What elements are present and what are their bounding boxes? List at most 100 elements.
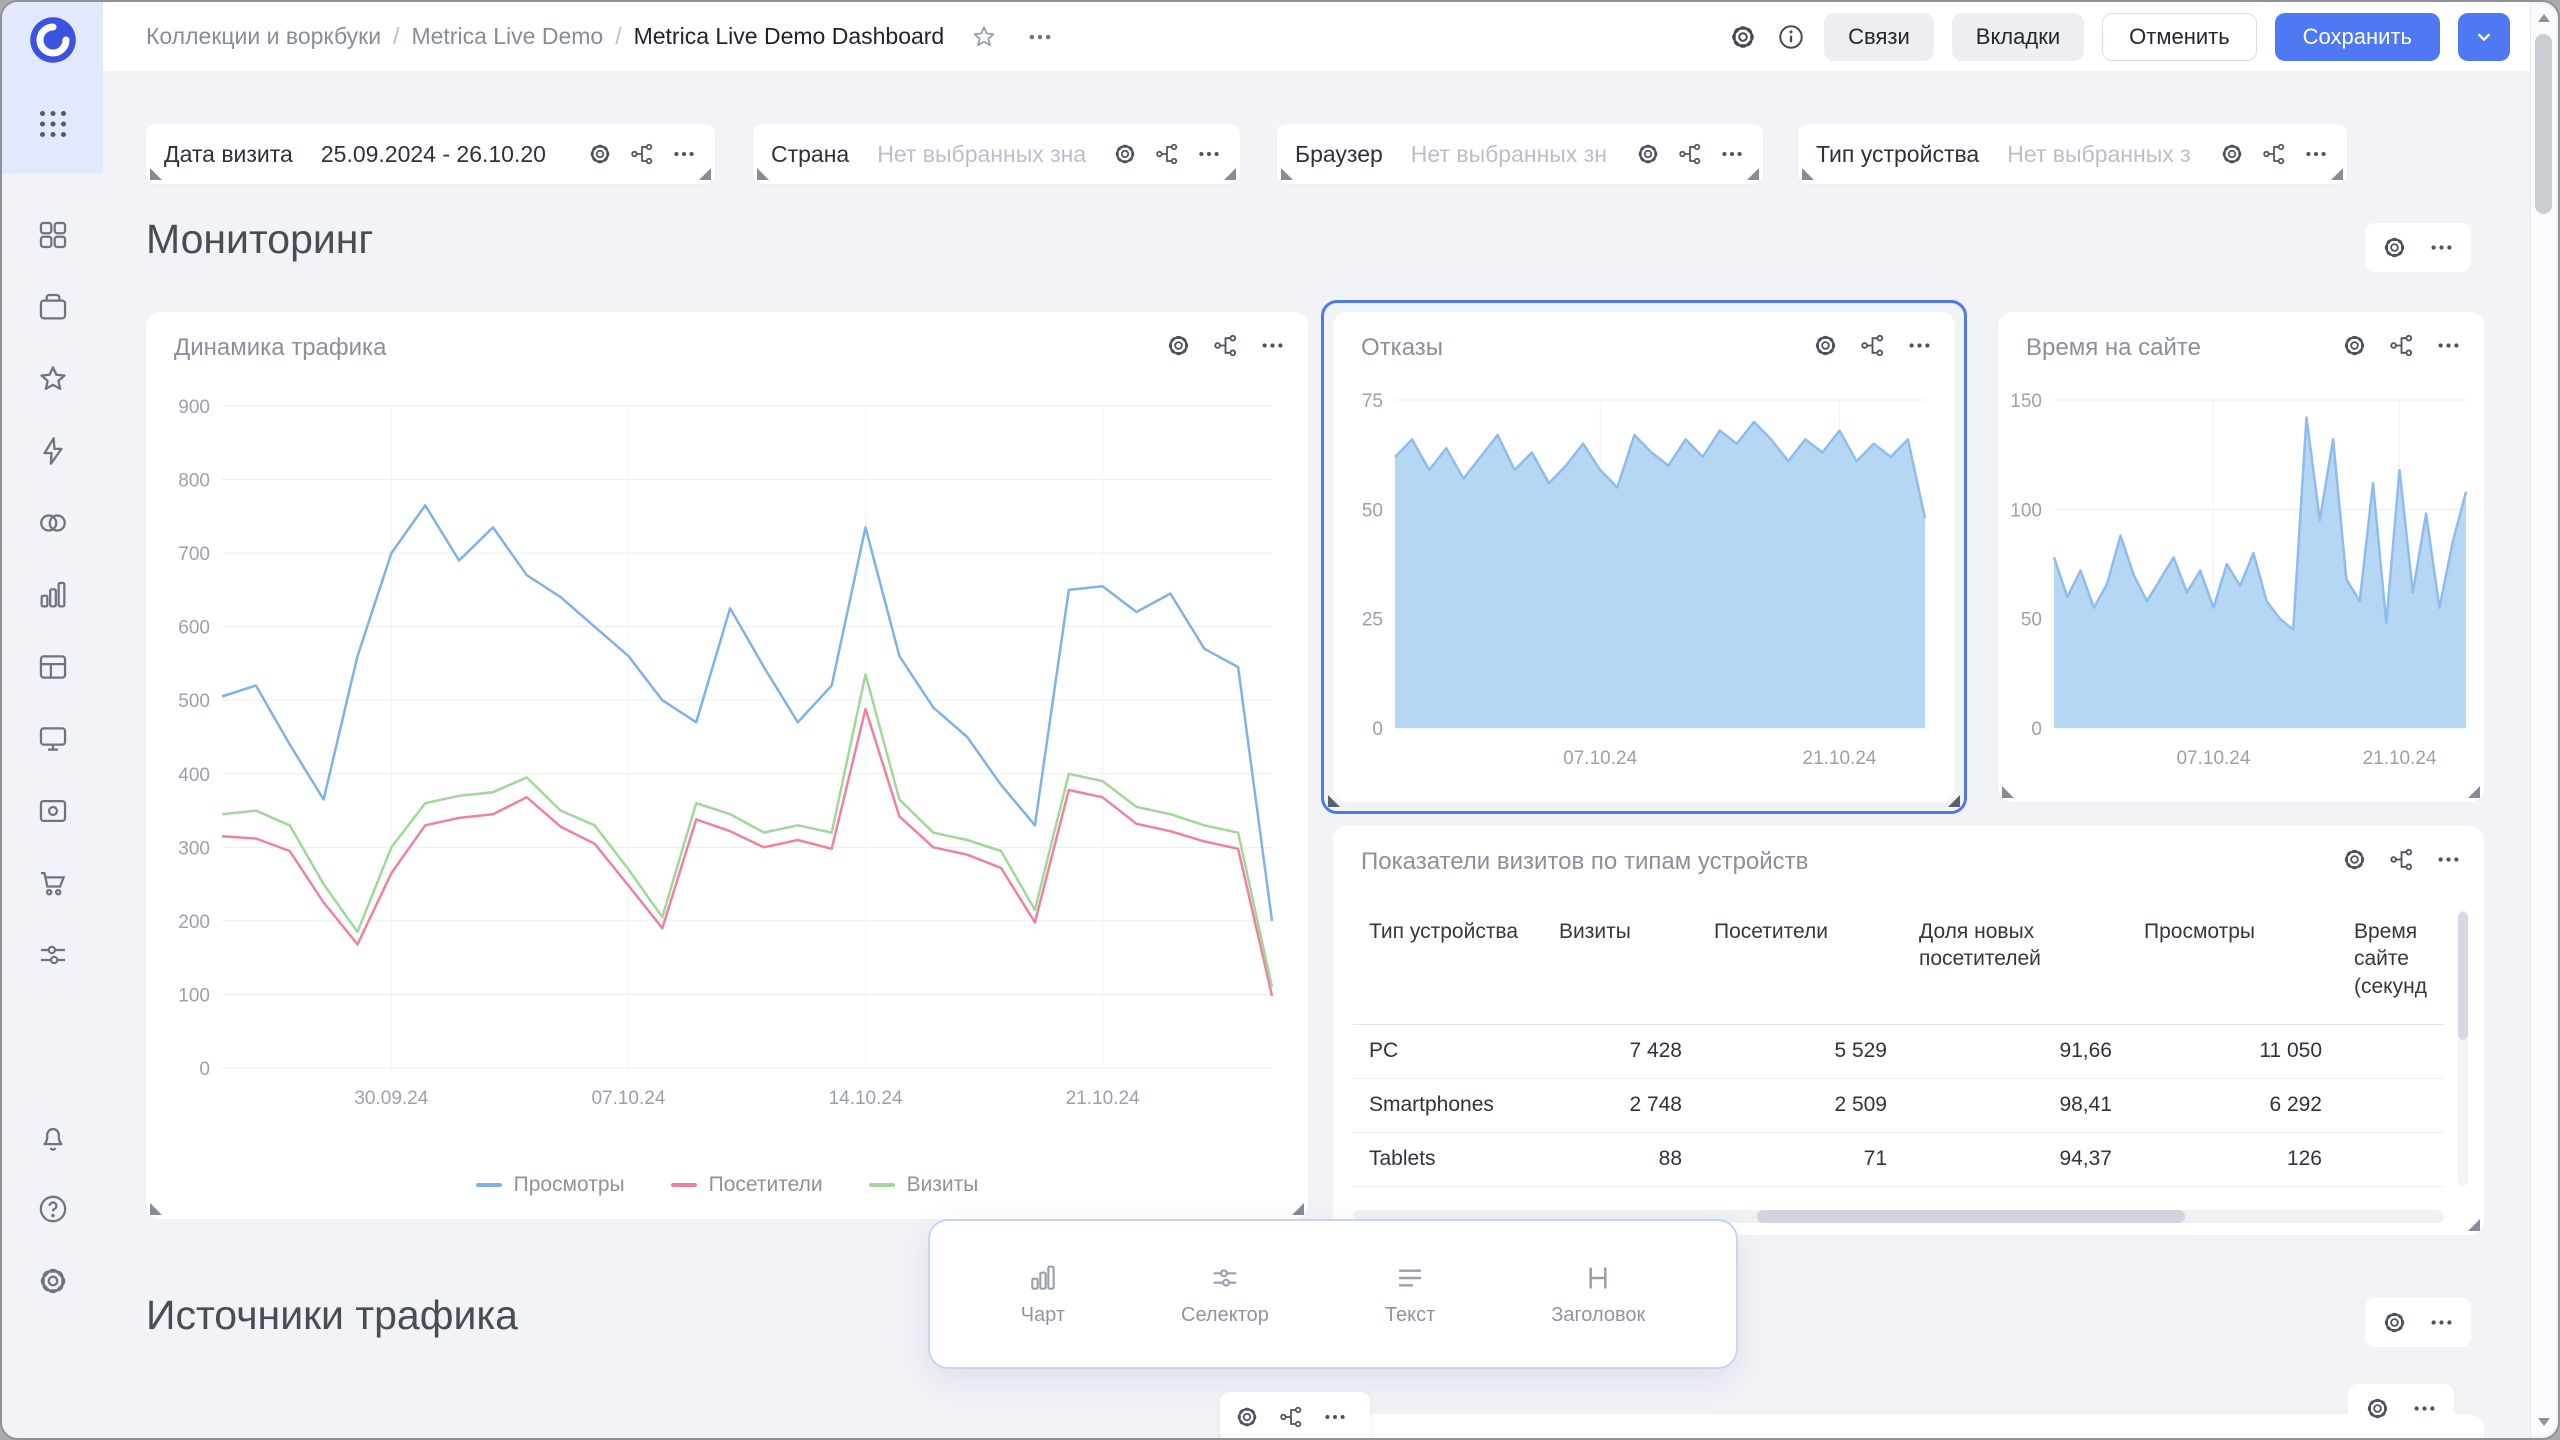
resize-handle[interactable] bbox=[757, 168, 769, 180]
more-options-icon[interactable] bbox=[1196, 141, 1222, 167]
add-text-button[interactable]: Текст bbox=[1385, 1262, 1435, 1327]
more-options-icon[interactable] bbox=[1026, 23, 1054, 51]
more-options-icon[interactable] bbox=[2435, 846, 2462, 873]
resize-handle[interactable] bbox=[699, 168, 711, 180]
legend-item[interactable]: Визиты bbox=[869, 1173, 979, 1197]
scrollbar-thumb[interactable] bbox=[1757, 1210, 2185, 1223]
gear-icon[interactable] bbox=[2341, 332, 2368, 359]
marketplace-icon[interactable] bbox=[36, 866, 70, 900]
gear-icon[interactable] bbox=[2341, 846, 2368, 873]
more-options-icon[interactable] bbox=[2435, 332, 2462, 359]
resize-handle[interactable] bbox=[150, 168, 162, 180]
filter-date-widget[interactable]: Дата визита 25.09.2024 - 26.10.20 bbox=[146, 124, 715, 184]
legend-item[interactable]: Посетители bbox=[671, 1173, 823, 1197]
settings-gear-icon[interactable] bbox=[36, 1264, 70, 1298]
gear-icon[interactable] bbox=[1112, 141, 1138, 167]
more-options-icon[interactable] bbox=[1322, 1404, 1348, 1430]
relations-icon[interactable] bbox=[1677, 141, 1703, 167]
breadcrumb-collections[interactable]: Коллекции и воркбуки bbox=[146, 23, 381, 50]
resize-handle[interactable] bbox=[1281, 168, 1293, 180]
add-chart-button[interactable]: Чарт bbox=[1021, 1262, 1065, 1327]
relations-icon[interactable] bbox=[2388, 846, 2415, 873]
settings-sliders-icon[interactable] bbox=[36, 938, 70, 972]
gear-icon[interactable] bbox=[2381, 234, 2408, 261]
datalens-logo[interactable] bbox=[27, 14, 79, 66]
filter-device-type-value[interactable]: Нет выбранных з bbox=[2007, 141, 2211, 168]
gear-icon[interactable] bbox=[1812, 332, 1839, 359]
resize-handle[interactable] bbox=[1747, 168, 1759, 180]
widgets-icon[interactable] bbox=[36, 218, 70, 252]
resize-handle[interactable] bbox=[150, 1203, 162, 1215]
gear-icon[interactable] bbox=[1234, 1404, 1260, 1430]
help-icon[interactable] bbox=[36, 1192, 70, 1226]
info-icon[interactable] bbox=[1776, 22, 1806, 52]
charts-icon[interactable] bbox=[36, 578, 70, 612]
dashboards-icon[interactable] bbox=[36, 722, 70, 756]
more-options-icon[interactable] bbox=[1259, 332, 1286, 359]
value-cell bbox=[2338, 1078, 2444, 1132]
scroll-down-arrow[interactable] bbox=[2538, 1418, 2550, 1426]
apps-grid-icon[interactable] bbox=[35, 106, 71, 142]
scrollbar-thumb[interactable] bbox=[2535, 34, 2552, 214]
more-options-icon[interactable] bbox=[1719, 141, 1745, 167]
resize-handle[interactable] bbox=[1292, 1203, 1304, 1215]
datasets-icon[interactable] bbox=[36, 794, 70, 828]
collections-icon[interactable] bbox=[36, 290, 70, 324]
more-options-icon[interactable] bbox=[2428, 234, 2455, 261]
gear-icon[interactable] bbox=[2381, 1309, 2408, 1336]
scrollbar-thumb[interactable] bbox=[2458, 912, 2468, 1040]
resize-handle[interactable] bbox=[2468, 1219, 2480, 1231]
filter-date-value[interactable]: 25.09.2024 - 26.10.20 bbox=[321, 141, 579, 168]
more-options-icon[interactable] bbox=[2303, 141, 2329, 167]
resize-handle[interactable] bbox=[1802, 168, 1814, 180]
breadcrumb-workbook[interactable]: Metrica Live Demo bbox=[411, 23, 603, 50]
table-card-device-stats[interactable]: Показатели визитов по типам устройств Ти… bbox=[1333, 826, 2484, 1235]
gear-icon[interactable] bbox=[587, 141, 613, 167]
audience-icon[interactable] bbox=[36, 506, 70, 540]
more-options-icon[interactable] bbox=[2411, 1395, 2438, 1422]
relations-icon[interactable] bbox=[2261, 141, 2287, 167]
relations-icon[interactable] bbox=[1154, 141, 1180, 167]
gear-icon[interactable] bbox=[1635, 141, 1661, 167]
scroll-up-arrow[interactable] bbox=[2538, 14, 2550, 22]
more-options-icon[interactable] bbox=[2428, 1309, 2455, 1336]
add-heading-button[interactable]: Заголовок bbox=[1551, 1262, 1645, 1327]
legend-item[interactable]: Просмотры bbox=[476, 1173, 625, 1197]
relations-icon[interactable] bbox=[1278, 1404, 1304, 1430]
favorites-icon[interactable] bbox=[36, 362, 70, 396]
cancel-button[interactable]: Отменить bbox=[2102, 13, 2257, 61]
gear-icon[interactable] bbox=[2364, 1395, 2391, 1422]
add-selector-button[interactable]: Селектор bbox=[1181, 1262, 1269, 1327]
table-vertical-scrollbar[interactable] bbox=[2458, 910, 2468, 1186]
relations-icon[interactable] bbox=[2388, 332, 2415, 359]
resize-handle[interactable] bbox=[1224, 168, 1236, 180]
window-scrollbar[interactable] bbox=[2530, 4, 2556, 1436]
filter-country-widget[interactable]: Страна Нет выбранных зна bbox=[753, 124, 1240, 184]
filter-browser-value[interactable]: Нет выбранных зн bbox=[1411, 141, 1627, 168]
chart-card-time-on-site[interactable]: Время на сайте 05010015007.10.2421.10.24 bbox=[1998, 312, 2484, 802]
gear-icon[interactable] bbox=[1165, 332, 1192, 359]
save-menu-button[interactable] bbox=[2458, 13, 2510, 61]
links-button[interactable]: Связи bbox=[1824, 13, 1934, 61]
relations-icon[interactable] bbox=[1212, 332, 1239, 359]
tables-icon[interactable] bbox=[36, 650, 70, 684]
settings-gear-icon[interactable] bbox=[1728, 22, 1758, 52]
more-options-icon[interactable] bbox=[1906, 332, 1933, 359]
resize-handle[interactable] bbox=[2468, 786, 2480, 798]
relations-icon[interactable] bbox=[1859, 332, 1886, 359]
tabs-button[interactable]: Вкладки bbox=[1952, 13, 2084, 61]
chart-card-bounces[interactable]: Отказы 025507507.10.2421.10.24 bbox=[1333, 312, 1955, 802]
chart-card-traffic-dynamics[interactable]: Динамика трафика 01002003004005006007008… bbox=[146, 312, 1308, 1219]
filter-browser-widget[interactable]: Браузер Нет выбранных зн bbox=[1277, 124, 1763, 184]
quick-actions-icon[interactable] bbox=[36, 434, 70, 468]
filter-device-type-widget[interactable]: Тип устройства Нет выбранных з bbox=[1798, 124, 2347, 184]
filter-country-value[interactable]: Нет выбранных зна bbox=[877, 141, 1104, 168]
gear-icon[interactable] bbox=[2219, 141, 2245, 167]
favorite-star-icon[interactable] bbox=[970, 23, 998, 51]
resize-handle[interactable] bbox=[2002, 786, 2014, 798]
more-options-icon[interactable] bbox=[671, 141, 697, 167]
resize-handle[interactable] bbox=[2331, 168, 2343, 180]
relations-icon[interactable] bbox=[629, 141, 655, 167]
save-button[interactable]: Сохранить bbox=[2275, 13, 2440, 61]
notifications-bell-icon[interactable] bbox=[36, 1120, 70, 1154]
